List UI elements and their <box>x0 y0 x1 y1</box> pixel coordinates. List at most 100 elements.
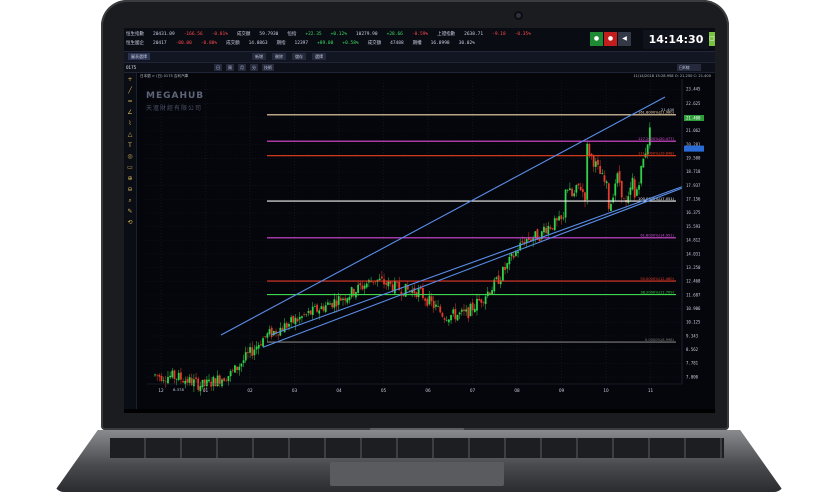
drawing-tool-icon[interactable]: + <box>127 77 133 83</box>
candle-body <box>629 187 632 195</box>
ticker-value: 恒生指數 <box>126 32 144 37</box>
candle-body <box>573 193 576 197</box>
sound-icon[interactable]: ◀ <box>618 32 631 46</box>
candle-body <box>426 298 429 306</box>
delete-button[interactable]: 刪除 <box>272 53 286 60</box>
drawing-tool-icon[interactable]: ⊖ <box>127 187 133 193</box>
candle-body <box>361 285 364 290</box>
status-red-icon[interactable]: ● <box>604 32 617 46</box>
candle-body <box>489 292 491 295</box>
time-tick-label: 05 <box>381 388 387 393</box>
candle-body <box>175 378 178 380</box>
candle-body <box>432 300 435 309</box>
time-tick-label: 01 <box>203 388 209 393</box>
drawing-tool-icon[interactable]: ∠ <box>127 110 133 116</box>
candle-body <box>255 346 258 350</box>
drawing-tool-icon[interactable]: ╱ <box>127 88 133 94</box>
interval-dropdown[interactable]: 日K線 <box>677 64 701 71</box>
candle-body <box>199 386 202 392</box>
candle-body <box>441 313 444 317</box>
candle-body <box>359 283 362 286</box>
candle-body <box>218 375 221 385</box>
tab-chart-select[interactable]: 圖表選擇 <box>128 53 150 60</box>
drawing-tool-icon[interactable]: ⊕ <box>127 176 133 182</box>
symbol-toolbar: 0175 日 周 月 分 技術 日K線 <box>124 63 715 73</box>
candle-body <box>288 323 290 327</box>
candle-body <box>342 298 344 300</box>
candle-body <box>154 374 156 376</box>
keyboard <box>110 438 724 458</box>
ticker-value: -166.56 <box>183 32 203 37</box>
drawing-tool-icon[interactable]: T <box>127 143 133 149</box>
drawing-tool-icon[interactable]: ◎ <box>127 154 133 160</box>
time-tick-label: 07 <box>470 388 476 393</box>
candle-body <box>167 376 169 384</box>
price-tick-label: 17.937 <box>686 183 701 188</box>
candle-body <box>162 380 165 381</box>
candle-body <box>301 316 303 318</box>
price-chart[interactable]: 161.8000%(21.980)127.2000%(20.477)111.20… <box>137 79 715 409</box>
drawing-tool-icon[interactable]: ▭ <box>127 165 133 171</box>
candle-body <box>180 372 182 380</box>
ticker-value: 恒指 <box>287 32 297 37</box>
candle-body <box>214 378 217 387</box>
price-tick-label: 16.375 <box>686 210 701 215</box>
candle-body <box>588 143 591 156</box>
candle-body <box>642 158 645 168</box>
candle-body <box>553 218 556 231</box>
drawing-tool-icon[interactable]: △ <box>127 132 133 138</box>
period-minute-button[interactable]: 分 <box>250 64 258 71</box>
candle-body <box>348 296 351 301</box>
drawing-tool-icon[interactable]: ⟲ <box>127 220 133 226</box>
candle-body <box>471 302 474 311</box>
candle-body <box>586 143 589 200</box>
time-tick-label: 08 <box>514 388 520 393</box>
candle-body <box>435 304 437 307</box>
candle-body <box>303 314 305 315</box>
candle-body <box>484 296 487 305</box>
period-day-button[interactable]: 日 <box>214 64 222 71</box>
technical-button[interactable]: 技術 <box>262 64 274 71</box>
symbol-input[interactable]: 0175 <box>126 64 136 71</box>
candle-body <box>294 317 297 325</box>
new-button[interactable]: 新增 <box>252 53 266 60</box>
period-month-button[interactable]: 月 <box>238 64 246 71</box>
fib-level-label: 127.2000%(20.477) <box>638 137 675 141</box>
price-tick-label: 7.000 <box>686 374 699 379</box>
ticker-value: -80.00 <box>175 41 192 46</box>
candle-body <box>318 310 321 314</box>
drawing-tool-icon[interactable]: ✎ <box>127 209 133 215</box>
candle-body <box>266 333 269 338</box>
period-week-button[interactable]: 周 <box>226 64 234 71</box>
candle-body <box>192 379 195 387</box>
select-button[interactable]: 選擇 <box>312 53 326 60</box>
status-green-icon[interactable]: ● <box>590 32 603 46</box>
drawing-tool-icon[interactable]: ⌇ <box>127 121 133 127</box>
time-tick-label: 09 <box>559 388 565 393</box>
candle-body <box>458 312 461 315</box>
low-price-annotation: 6.378 <box>173 387 184 392</box>
candle-body <box>216 375 219 386</box>
settings-cube-icon[interactable]: ▢ <box>709 32 715 46</box>
candle-body <box>268 329 271 335</box>
candle-body <box>568 188 571 191</box>
last-price-label: 21.400 <box>686 115 701 120</box>
trackpad[interactable] <box>330 462 504 486</box>
candle-body <box>195 377 197 379</box>
save-button[interactable]: 儲存 <box>292 53 306 60</box>
candle-body <box>592 155 595 167</box>
time-tick-label: 03 <box>292 388 298 393</box>
candle-body <box>424 298 427 301</box>
candle-body <box>171 370 174 378</box>
candle-body <box>512 255 515 258</box>
high-price-annotation: 21.400 <box>661 107 675 112</box>
drawing-tool-icon[interactable]: ═ <box>127 99 133 105</box>
candle-body <box>497 275 500 284</box>
candle-body <box>445 320 448 322</box>
candle-body <box>603 175 606 182</box>
ticker-value: +89.00 <box>317 41 334 46</box>
drawing-tool-icon[interactable]: ⌕ <box>127 198 133 204</box>
candle-body <box>264 336 267 337</box>
ticker-value: -0.81% <box>211 32 228 37</box>
ticker-row-1: 恒生指數 20431.09 -166.56 -0.81% 成交額 59.7930 恒指 +22… <box>126 31 540 37</box>
